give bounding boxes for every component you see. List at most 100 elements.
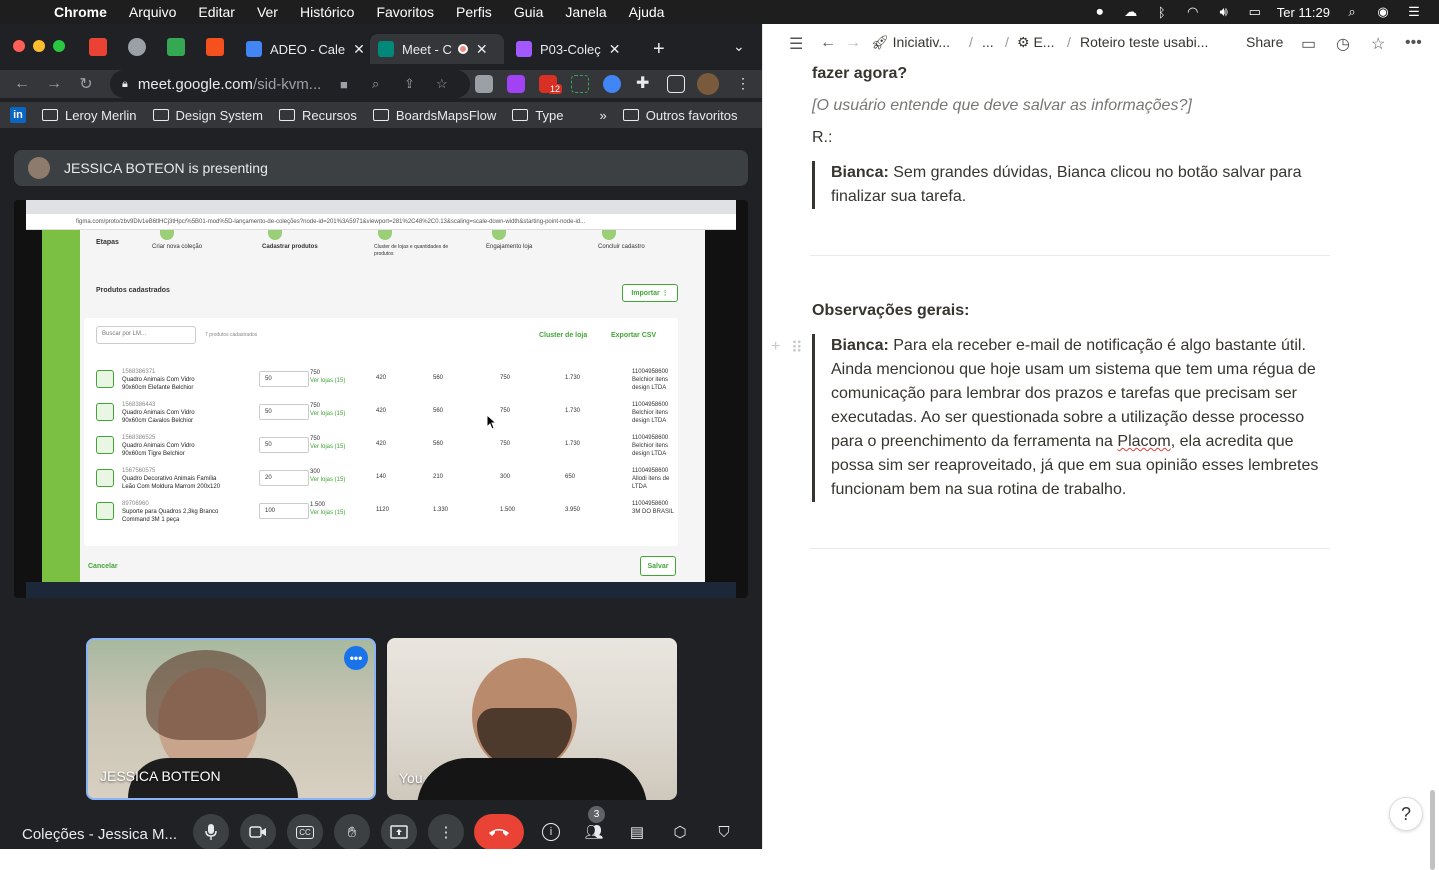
raise-hand-button[interactable]: ✋︎ [334,814,370,849]
new-tab-icon[interactable]: + [653,38,665,61]
wifi-icon[interactable]: ◠ [1184,4,1202,19]
close-window-button[interactable] [13,40,25,52]
bookmark-star-icon[interactable]: ☆ [436,76,448,92]
participant-tile-self[interactable]: You [387,638,677,800]
bookmark-linkedin[interactable]: in [0,107,26,123]
observation-quote[interactable]: Bianca: Para ela receber e-mail de notif… [812,334,1332,502]
table-row[interactable]: 1568386443 Quadro Animais Com Vidro 90x60c… [84,397,668,427]
menu-item-janela[interactable]: Janela [565,4,606,20]
close-icon[interactable]: ✕ [476,41,488,58]
avatar[interactable] [697,73,719,95]
breadcrumb-item[interactable]: ⚙︎ E... [1017,34,1054,51]
bookmarks-overflow-button[interactable]: » [600,108,607,123]
more-horizontal-icon[interactable]: ••• [1405,34,1422,52]
tab-globe-icon[interactable] [128,38,146,56]
menu-app-name[interactable]: Chrome [54,4,107,20]
add-block-icon[interactable]: + [771,338,780,356]
screen-record-icon[interactable]: ⏺ [1091,4,1109,19]
menu-item-favoritos[interactable]: Favoritos [376,4,434,20]
zoom-icon[interactable]: ⌕ [372,76,379,92]
tab-calendar[interactable]: ADEO - Cale ✕ [238,34,366,64]
extension-icon[interactable] [603,75,621,93]
more-options-button[interactable]: ••• [344,646,368,670]
leave-call-button[interactable] [474,814,524,849]
tab-figma[interactable]: P03-Coleç ✕ [508,34,638,64]
camera-button[interactable] [240,814,276,849]
table-row[interactable]: 1568386371 Quadro Animais Com Vidro 90x60c… [84,364,668,394]
menu-item-historico[interactable]: Histórico [300,4,354,20]
more-options-button[interactable]: ⋮ [428,814,464,849]
close-icon[interactable]: ✕ [353,41,365,58]
siri-icon[interactable]: ◉ [1374,4,1392,19]
quantity-input[interactable]: 50 [259,371,309,387]
bookmark-folder[interactable]: Leroy Merlin [42,108,137,123]
meeting-details-button[interactable]: i [533,814,569,849]
side-panel-icon[interactable] [667,75,685,93]
chat-button[interactable]: ▤ [619,814,655,849]
chevron-down-icon[interactable]: ⌄ [733,38,745,55]
host-controls-button[interactable]: ⛉ [706,814,742,849]
quantity-input[interactable]: 50 [259,437,309,453]
table-row[interactable]: 89706960 Suporte para Quadros 2,3kg Branc… [84,496,674,526]
import-button[interactable]: Importar ⋮ [622,284,678,302]
menubar-clock[interactable]: Ter 11:29 [1277,5,1330,20]
tab-chat-icon[interactable] [167,38,185,56]
shared-screen[interactable]: figma.com/proto/zbv9Dlv1eB6tlHCj3tHpc/%5… [14,200,748,598]
tab-gmail-icon[interactable] [89,38,107,56]
battery-icon[interactable]: ▭ [1246,4,1264,19]
breadcrumb-item[interactable]: 🚀︎ Iniciativ... [871,34,950,51]
activities-button[interactable]: ⬡ [662,814,698,849]
menu-item-arquivo[interactable]: Arquivo [129,4,176,20]
menu-item-editar[interactable]: Editar [198,4,235,20]
quantity-input[interactable]: 100 [259,503,309,519]
drag-handle-icon[interactable]: ⠿ [791,338,803,358]
share-button[interactable]: Share [1246,34,1283,50]
comments-icon[interactable]: ▭ [1301,34,1316,54]
control-center-icon[interactable]: ☰ [1405,4,1423,19]
bookmark-folder[interactable]: Type [512,108,564,123]
menu-item-perfis[interactable]: Perfis [456,4,492,20]
screenshot-extension-icon[interactable] [475,75,493,93]
cloud-icon[interactable]: ☁ [1122,4,1140,19]
share-icon[interactable]: ⇪ [404,76,415,92]
favorite-star-icon[interactable]: ☆ [1371,34,1385,54]
back-icon[interactable]: ← [820,34,836,52]
history-clock-icon[interactable]: ◷ [1336,34,1350,54]
menu-item-guia[interactable]: Guia [514,4,544,20]
microphone-button[interactable] [193,814,229,849]
help-button[interactable]: ? [1389,797,1423,831]
bookmark-folder[interactable]: Recursos [278,108,357,123]
minimize-window-button[interactable] [33,40,45,52]
cancel-link[interactable]: Cancelar [88,563,118,570]
sidebar-menu-icon[interactable]: ☰ [789,34,803,54]
export-csv-link[interactable]: Exportar CSV [611,332,656,339]
forward-icon[interactable]: → [38,75,70,93]
reload-icon[interactable]: ↻ [70,74,102,94]
menu-item-ajuda[interactable]: Ajuda [629,4,665,20]
address-bar[interactable]: 🔒︎ meet.google.com/sid-kvm... ■ ⌕ ⇪ ☆ [110,70,470,98]
back-icon[interactable]: ← [6,75,38,93]
table-row[interactable]: 1567560575 Quadro Decorativo Animais Famí… [84,463,669,493]
scrollbar[interactable] [1430,790,1435,870]
forward-icon[interactable]: → [845,34,861,52]
extension-icon[interactable] [507,75,525,93]
tab-meet[interactable]: Meet - C ✕ [370,34,504,64]
bookmark-folder[interactable]: BoardsMapsFlow [372,108,496,123]
extension-icon[interactable] [571,75,589,93]
more-vert-icon[interactable]: ⋮ [736,75,750,92]
bluetooth-icon[interactable]: ᛒ [1153,5,1171,20]
close-icon[interactable]: ✕ [609,41,621,58]
bookmark-folder[interactable]: Design System [152,108,263,123]
breadcrumb-item[interactable]: ... [982,34,994,50]
spotlight-search-icon[interactable]: ⌕ [1343,4,1361,19]
quantity-input[interactable]: 50 [259,404,309,420]
breadcrumb-current-page[interactable]: Roteiro teste usabi... [1080,34,1208,50]
quantity-input[interactable]: 20 [259,470,309,486]
people-button[interactable]: 👥︎ 3 [576,806,612,849]
tab-app-icon[interactable] [206,38,224,56]
menu-item-ver[interactable]: Ver [257,4,278,20]
save-button[interactable]: Salvar [640,556,676,576]
table-row[interactable]: 1568386525 Quadro Animais Com Vidro 90x60c… [84,430,668,460]
volume-icon[interactable]: 🔊︎ [1215,4,1233,19]
lock-icon[interactable]: 🔒︎ [122,78,128,91]
